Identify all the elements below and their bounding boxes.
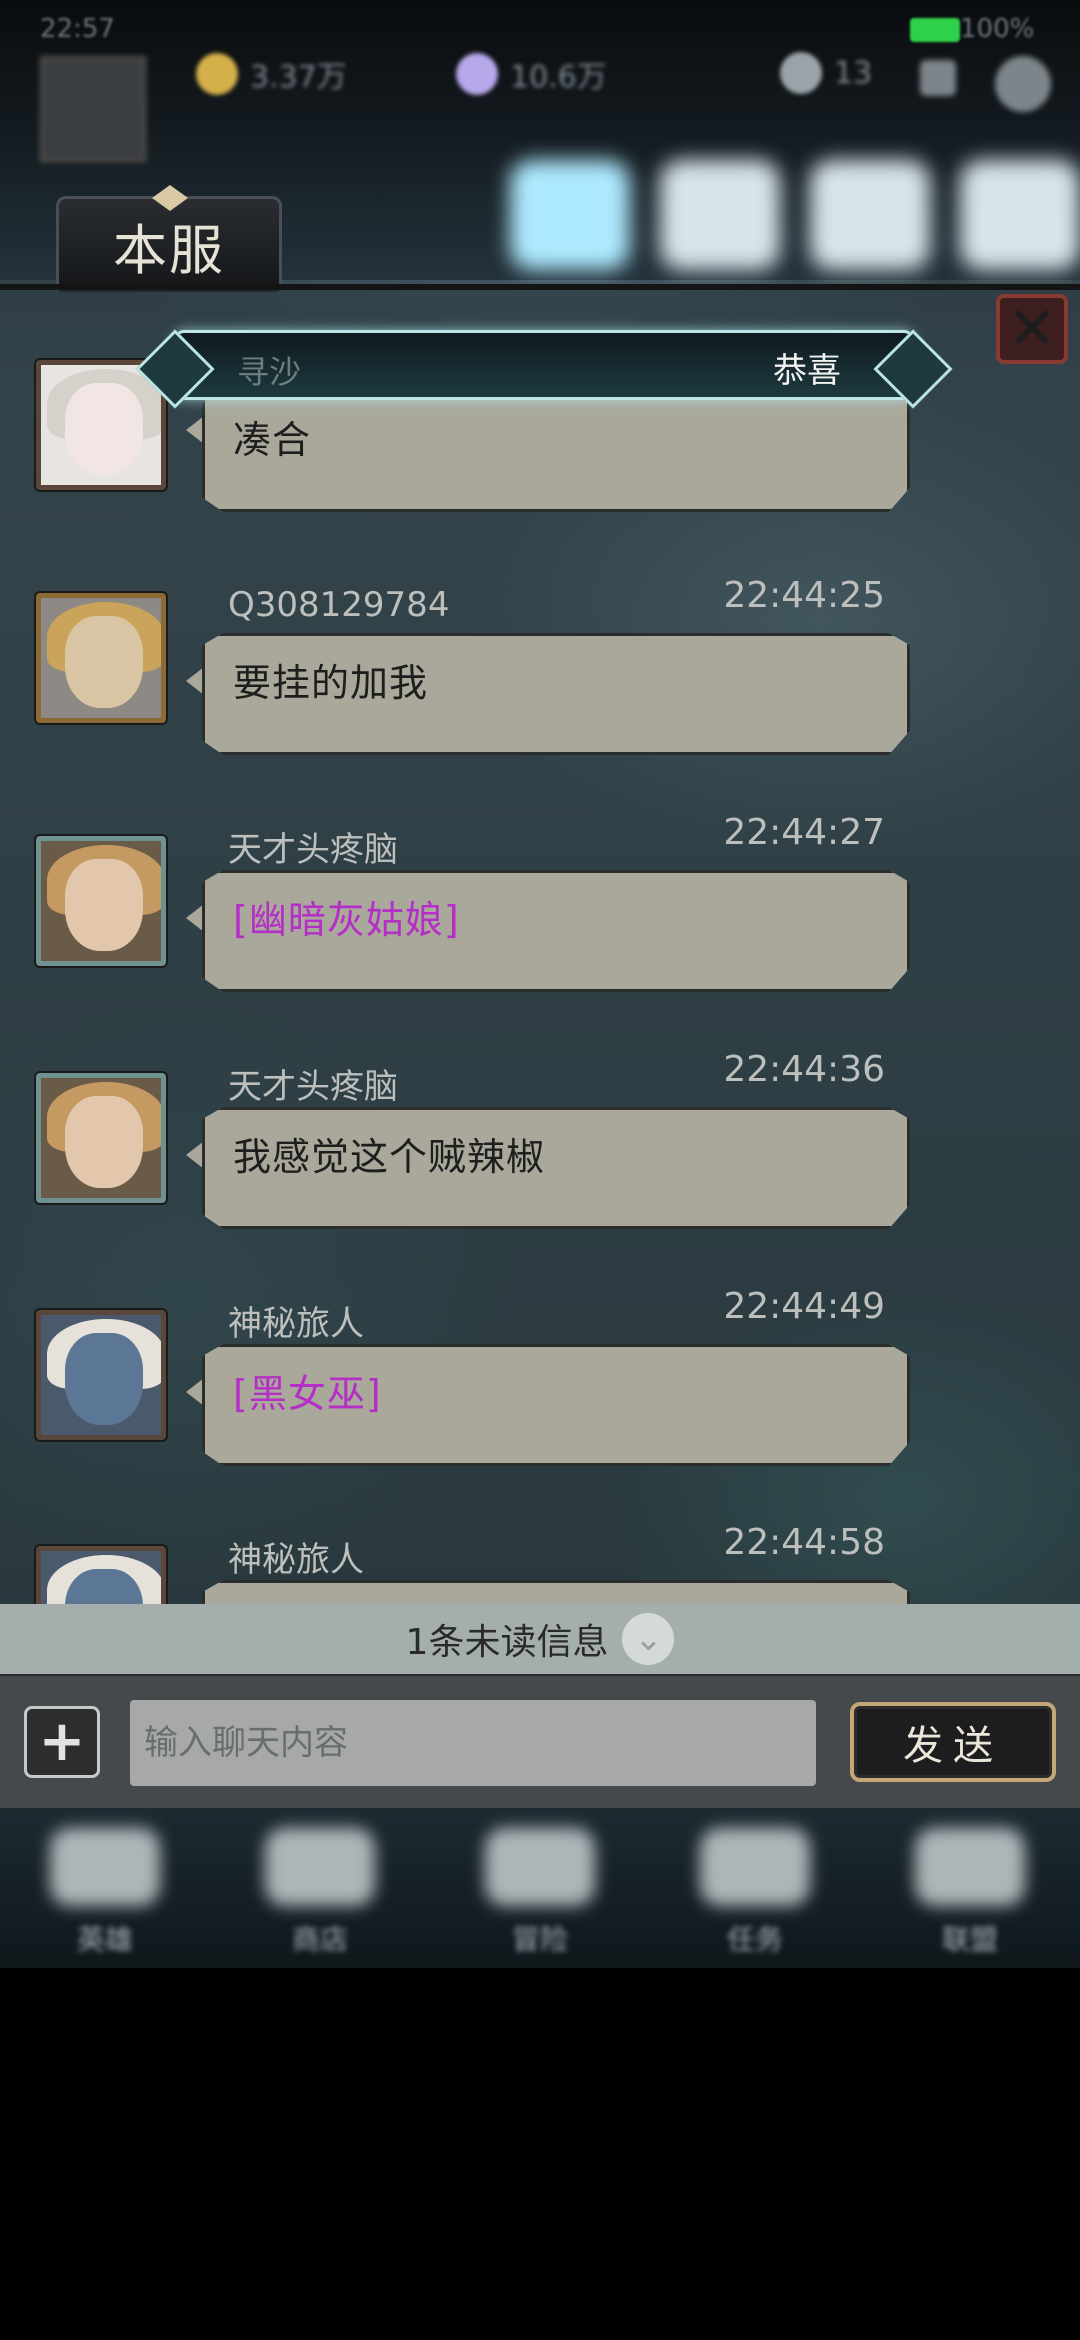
avatar[interactable] [36, 1310, 166, 1440]
gem-value: 10.6万 [510, 60, 607, 95]
avatar[interactable] [36, 1546, 166, 1604]
sender-name: 天才头疼脑 [228, 830, 398, 870]
chat-message: Q308129784 22:44:25 要挂的加我 [0, 575, 1080, 810]
nav-glow-4 [960, 160, 1080, 270]
sender-name: Q308129784 [228, 585, 450, 625]
stamina-icon [780, 52, 822, 94]
avatar[interactable] [36, 836, 166, 966]
message-time: 22:44:36 [723, 1049, 885, 1090]
message-time: 22:44:27 [723, 812, 885, 853]
avatar[interactable] [36, 593, 166, 723]
gem-icon [456, 53, 498, 95]
adventure-icon [485, 1828, 595, 1906]
chat-input-bar: + 发送 [0, 1674, 1080, 1810]
bottom-nav: 英雄 商店 冒险 任务 联盟 [0, 1808, 1080, 1968]
nav-label: 联盟 [941, 1923, 998, 1956]
message-bubble[interactable]: [黑女巫] [202, 1344, 910, 1466]
nav-item-guild[interactable]: 联盟 [905, 1828, 1035, 1958]
tab-local-server[interactable]: 本服 [56, 185, 282, 292]
unread-text: 1条未读信息 [405, 1622, 609, 1663]
gold-coin-icon [196, 53, 238, 95]
status-time: 22:57 [40, 14, 115, 44]
sender-name: 天才头疼脑 [228, 1067, 398, 1107]
chat-message: 神秘旅人 22:44:49 [黑女巫] [0, 1286, 1080, 1521]
quests-icon [700, 1828, 810, 1906]
chevron-down-icon[interactable]: ⌄ [622, 1613, 675, 1665]
guild-icon [915, 1828, 1025, 1906]
close-icon: ✕ [1006, 294, 1058, 364]
message-time: 22:44:58 [723, 1522, 885, 1563]
chat-message: 神秘旅人 22:44:58 [0, 1522, 1080, 1604]
message-bubble[interactable]: 我感觉这个贼辣椒 [202, 1107, 910, 1229]
plus-icon: + [38, 1709, 86, 1774]
congrats-text: 恭喜 [773, 351, 841, 391]
message-time: 22:44:49 [723, 1286, 885, 1327]
chat-message: 天才头疼脑 22:44:27 [幽暗灰姑娘] [0, 812, 1080, 1047]
nav-label: 商店 [291, 1923, 348, 1956]
nav-label: 任务 [726, 1923, 783, 1956]
close-button[interactable]: ✕ [996, 294, 1068, 364]
chat-message: 天才头疼脑 22:44:36 我感觉这个贼辣椒 [0, 1049, 1080, 1284]
nav-item-adventure[interactable]: 冒险 [475, 1828, 605, 1958]
nav-glow-3 [810, 160, 930, 270]
gem-counter[interactable]: 10.6万 [456, 52, 607, 96]
congrats-sender: 寻沙 [237, 353, 302, 391]
add-button[interactable]: + [24, 1706, 100, 1778]
congrats-banner[interactable]: 寻沙 恭喜 [135, 329, 953, 409]
player-avatar[interactable] [40, 56, 146, 162]
stamina-value: 13 [834, 55, 873, 91]
nav-label: 冒险 [511, 1923, 568, 1956]
nav-glow-2 [660, 160, 780, 270]
gold-counter[interactable]: 3.37万 [196, 52, 347, 96]
mail-icon[interactable] [920, 60, 956, 96]
send-button[interactable]: 发送 [850, 1702, 1056, 1782]
gold-value: 3.37万 [250, 60, 347, 95]
message-bubble[interactable] [202, 1580, 910, 1604]
chat-input[interactable] [130, 1700, 816, 1786]
sender-name: 神秘旅人 [228, 1540, 364, 1580]
heroes-icon [50, 1828, 160, 1906]
stamina-counter[interactable]: 13 [780, 52, 872, 94]
message-bubble[interactable]: 要挂的加我 [202, 633, 910, 755]
shop-icon [265, 1828, 375, 1906]
message-bubble[interactable]: 凑合 [202, 390, 910, 512]
nav-item-quests[interactable]: 任务 [690, 1828, 820, 1958]
status-battery: 100% [960, 14, 1035, 44]
nav-glow-1 [510, 160, 630, 270]
message-time: 22:44:25 [723, 575, 885, 616]
nav-label: 英雄 [76, 1923, 133, 1956]
sender-name: 神秘旅人 [228, 1304, 364, 1344]
settings-gear-icon[interactable] [995, 56, 1051, 112]
unread-messages-bar[interactable]: 1条未读信息 ⌄ [0, 1604, 1080, 1674]
nav-item-shop[interactable]: 商店 [255, 1828, 385, 1958]
battery-icon [910, 18, 960, 42]
message-bubble[interactable]: [幽暗灰姑娘] [202, 870, 910, 992]
tab-label: 本服 [113, 219, 225, 282]
avatar[interactable] [36, 1073, 166, 1203]
nav-item-heroes[interactable]: 英雄 [40, 1828, 170, 1958]
